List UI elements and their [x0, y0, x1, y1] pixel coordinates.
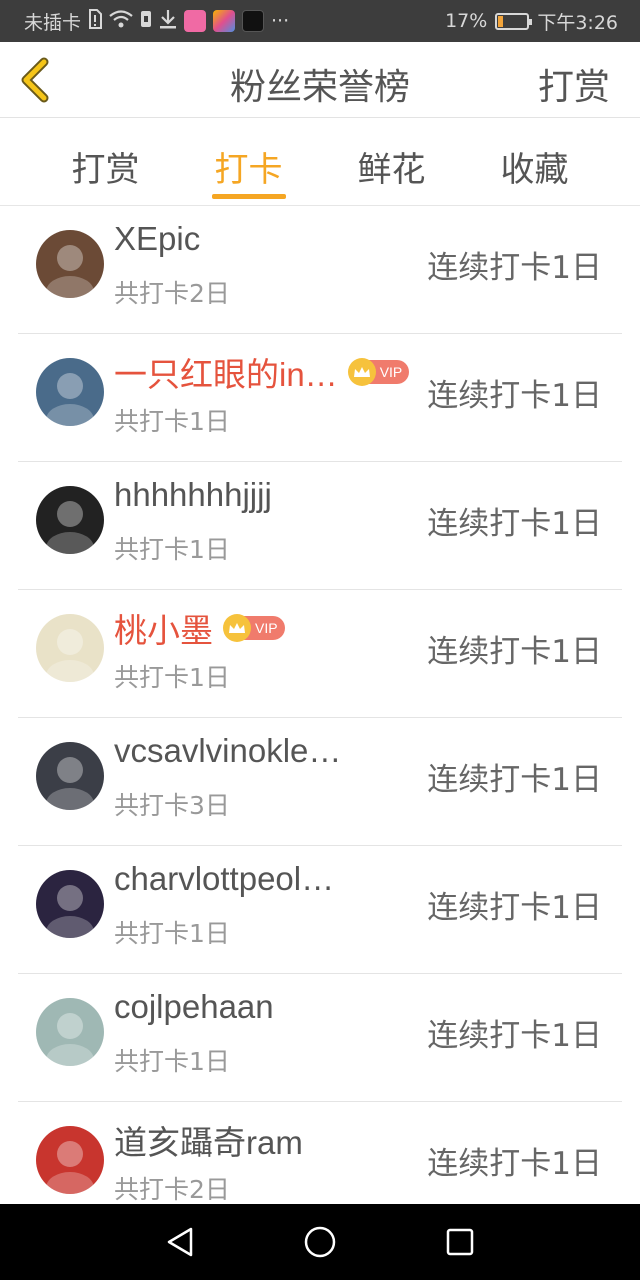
crown-icon: [223, 614, 251, 642]
list-item[interactable]: 桃小墨 VIP 共打卡1日 连续打卡1日: [18, 590, 622, 718]
total-checkin-days: 共打卡1日: [114, 407, 230, 436]
clock: 下午3:26: [537, 11, 618, 34]
tab-bar: 打赏 打卡 鲜花 收藏: [0, 118, 640, 206]
streak-checkin-days: 连续打卡1日: [427, 762, 602, 798]
tip-button[interactable]: 打赏: [538, 58, 610, 110]
tab-checkin[interactable]: 打卡: [177, 118, 320, 205]
list-item[interactable]: cojlpehaan 共打卡1日 连续打卡1日: [18, 974, 622, 1102]
nav-back-button[interactable]: [150, 1212, 210, 1272]
name-line: 桃小墨 VIP: [114, 604, 285, 652]
streak-checkin-days: 连续打卡1日: [427, 378, 602, 414]
username[interactable]: cojlpehaan: [114, 988, 274, 1026]
nav-home-button[interactable]: [290, 1212, 350, 1272]
tiktok-icon: [242, 10, 265, 32]
avatar[interactable]: [36, 870, 104, 938]
total-checkin-days: 共打卡1日: [114, 663, 230, 692]
streak-checkin-days: 连续打卡1日: [427, 1146, 602, 1182]
username[interactable]: 道亥躡奇ram: [114, 1116, 303, 1164]
list-item[interactable]: XEpic 共打卡2日 连续打卡1日: [18, 206, 622, 334]
avatar[interactable]: [36, 742, 104, 810]
vip-badge: VIP: [223, 614, 285, 642]
battery-icon: [495, 12, 533, 30]
total-checkin-days: 共打卡1日: [114, 1047, 230, 1076]
streak-checkin-days: 连续打卡1日: [427, 506, 602, 542]
avatar[interactable]: [36, 998, 104, 1066]
list-item[interactable]: 一只红眼的in… VIP 共打卡1日 连续打卡1日: [18, 334, 622, 462]
vip-label: VIP: [379, 364, 403, 380]
tab-favorites[interactable]: 收藏: [463, 118, 606, 205]
total-checkin-days: 共打卡2日: [114, 279, 230, 308]
chevron-left-icon: [21, 57, 49, 103]
username[interactable]: 一只红眼的in…: [114, 348, 338, 396]
avatar[interactable]: [36, 230, 104, 298]
username[interactable]: hhhhhhhjjjj: [114, 476, 272, 514]
status-bar: 未插卡 ··· 17% 下午3:26: [0, 0, 640, 42]
list-item[interactable]: vcsavlvinokle… 共打卡3日 连续打卡1日: [18, 718, 622, 846]
total-checkin-days: 共打卡3日: [114, 791, 230, 820]
nav-recents-button[interactable]: [430, 1212, 490, 1272]
app-notification-icon-color: [213, 10, 236, 32]
avatar[interactable]: [36, 1126, 104, 1194]
total-checkin-days: 共打卡1日: [114, 919, 230, 948]
username[interactable]: 桃小墨: [114, 604, 213, 652]
name-line: XEpic: [114, 220, 200, 258]
name-line: cojlpehaan: [114, 988, 274, 1026]
total-checkin-days: 共打卡1日: [114, 535, 230, 564]
streak-checkin-days: 连续打卡1日: [427, 250, 602, 286]
vip-badge: VIP: [347, 358, 410, 386]
more-notifications-icon: ···: [271, 10, 290, 32]
list-item[interactable]: charvlottpeol… 共打卡1日 连续打卡1日: [18, 846, 622, 974]
app-notification-icon-pink: [184, 10, 207, 32]
avatar[interactable]: [36, 614, 104, 682]
no-sim-icon: [88, 8, 103, 34]
wifi-icon: [109, 9, 133, 33]
name-line: charvlottpeol…: [114, 860, 334, 898]
tab-tip[interactable]: 打赏: [34, 118, 177, 205]
download-icon: [159, 9, 177, 34]
username[interactable]: XEpic: [114, 220, 200, 258]
carrier-label: 未插卡: [24, 11, 82, 34]
battery-percent: 17%: [445, 10, 488, 32]
name-line: vcsavlvinokle…: [114, 732, 341, 770]
name-line: 道亥躡奇ram: [114, 1116, 303, 1164]
crown-icon: [347, 358, 376, 386]
back-button[interactable]: [16, 56, 56, 104]
list-item[interactable]: hhhhhhhjjjj 共打卡1日 连续打卡1日: [18, 462, 622, 590]
avatar[interactable]: [36, 358, 104, 426]
streak-checkin-days: 连续打卡1日: [427, 890, 602, 926]
name-line: 一只红眼的in… VIP: [114, 348, 410, 396]
username[interactable]: charvlottpeol…: [114, 860, 334, 898]
checkin-list: XEpic 共打卡2日 连续打卡1日 一只红眼的in… VIP 共打卡1日 连续打卡1日 hh…: [18, 206, 622, 1230]
streak-checkin-days: 连续打卡1日: [427, 1018, 602, 1054]
streak-checkin-days: 连续打卡1日: [427, 634, 602, 670]
total-checkin-days: 共打卡2日: [114, 1175, 230, 1204]
name-line: hhhhhhhjjjj: [114, 476, 272, 514]
circle-home-icon: [304, 1226, 336, 1258]
system-nav-bar: [0, 1204, 640, 1280]
tab-flowers[interactable]: 鲜花: [320, 118, 463, 205]
vip-label: VIP: [255, 620, 278, 636]
app-header: 粉丝荣誉榜 打赏: [0, 42, 640, 118]
square-recents-icon: [446, 1228, 474, 1256]
sim-card-icon: [140, 10, 152, 33]
triangle-back-icon: [167, 1227, 193, 1257]
username[interactable]: vcsavlvinokle…: [114, 732, 341, 770]
avatar[interactable]: [36, 486, 104, 554]
